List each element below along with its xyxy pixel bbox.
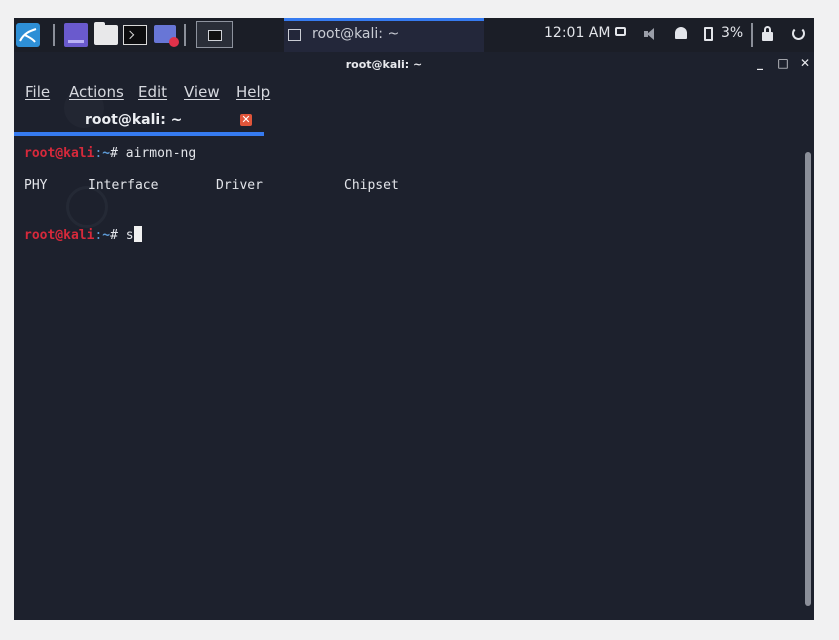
tab-bar: root@kali: ~ ✕ — [14, 106, 814, 136]
close-window-button[interactable]: ✕ — [797, 56, 813, 70]
panel-separator — [184, 24, 186, 46]
text-cursor — [133, 226, 142, 242]
prompt-path: ~ — [102, 228, 111, 243]
prompt-hash: # — [110, 228, 126, 243]
command-text: airmon-ng — [125, 146, 197, 161]
menu-actions[interactable]: Actions — [69, 83, 124, 101]
battery-percentage: 3% — [721, 25, 744, 41]
input-text: s — [125, 228, 134, 243]
taskbar-window-label: root@kali: ~ — [312, 26, 400, 42]
prompt-path: ~ — [102, 146, 111, 161]
panel-separator — [751, 23, 753, 47]
display-icon[interactable] — [615, 27, 626, 36]
power-icon[interactable] — [792, 27, 805, 40]
column-header-interface: Interface — [88, 178, 159, 193]
workspace-app-icon[interactable] — [64, 23, 88, 47]
vertical-scrollbar[interactable] — [805, 152, 811, 606]
taskbar-window-button[interactable]: root@kali: ~ — [284, 18, 484, 52]
top-panel: root@kali: ~ 12:01 AM 3% — [14, 18, 814, 52]
menu-edit[interactable]: Edit — [138, 83, 167, 101]
kali-menu-icon[interactable] — [16, 23, 40, 47]
terminal-line: root@kali:~# airmon-ng — [24, 146, 196, 161]
menu-file[interactable]: File — [25, 83, 50, 101]
column-header-phy: PHY — [24, 178, 48, 193]
column-header-driver: Driver — [216, 178, 263, 193]
terminal-line: root@kali:~# s — [24, 226, 142, 243]
panel-separator — [53, 24, 55, 46]
prompt-user: root@kali — [24, 146, 95, 161]
lock-screen-icon[interactable] — [762, 26, 773, 41]
window-title: root@kali: ~ — [345, 58, 423, 71]
file-manager-icon[interactable] — [94, 22, 118, 45]
maximize-button[interactable]: □ — [775, 56, 791, 70]
tab-terminal[interactable]: root@kali: ~ ✕ — [14, 106, 264, 136]
prompt-user: root@kali — [24, 228, 95, 243]
menu-bar: File Actions Edit View Help — [14, 78, 814, 106]
window-titlebar[interactable]: root@kali: ~ _ □ ✕ — [14, 54, 814, 76]
tab-close-icon[interactable]: ✕ — [240, 114, 252, 126]
clock[interactable]: 12:01 AM — [544, 25, 610, 41]
volume-icon[interactable] — [644, 27, 658, 41]
workspace-switcher[interactable] — [196, 21, 233, 48]
screenshot-tool-icon[interactable] — [154, 25, 179, 47]
menu-help[interactable]: Help — [236, 83, 270, 101]
battery-icon[interactable] — [704, 27, 713, 41]
terminal-window-icon — [288, 29, 301, 41]
prompt-hash: # — [110, 146, 126, 161]
column-header-chipset: Chipset — [344, 178, 399, 193]
menu-view[interactable]: View — [184, 83, 220, 101]
minimize-button[interactable]: _ — [752, 56, 768, 70]
terminal-output[interactable]: root@kali:~# airmon-ng PHY Interface Dri… — [14, 136, 804, 620]
notification-bell-icon[interactable] — [675, 27, 687, 39]
terminal-launcher-icon[interactable] — [123, 25, 147, 45]
tab-label: root@kali: ~ — [85, 112, 183, 128]
desktop: root@kali: ~ 12:01 AM 3% root@kali: ~ _ … — [14, 18, 814, 620]
